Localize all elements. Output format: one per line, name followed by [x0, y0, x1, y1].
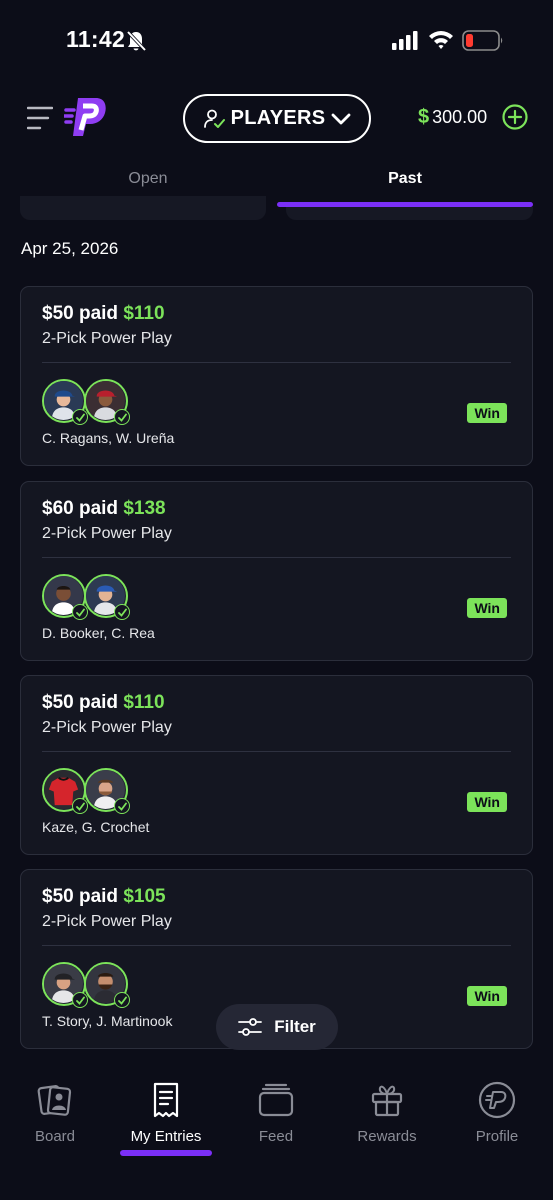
- player-avatar: [42, 574, 88, 620]
- signal-icon: [392, 31, 418, 50]
- player-avatar: [84, 962, 130, 1008]
- players-dropdown-button[interactable]: PLAYERS: [183, 94, 371, 143]
- previous-card-edge: [20, 196, 266, 220]
- entry-paid-line: $60 paid $138: [42, 498, 166, 520]
- players-label: PLAYERS: [230, 107, 326, 129]
- feed-icon: [258, 1083, 294, 1117]
- player-avatar: [84, 379, 130, 425]
- check-icon: [72, 604, 88, 620]
- entry-paid-line: $50 paid $110: [42, 692, 165, 714]
- win-badge: Win: [467, 403, 507, 423]
- check-icon: [114, 604, 130, 620]
- status-time: 11:42: [66, 26, 126, 52]
- check-icon: [72, 798, 88, 814]
- entry-payout: $110: [123, 303, 165, 324]
- nav-profile-label: Profile: [475, 1128, 519, 1145]
- nav-active-indicator: [120, 1150, 212, 1156]
- sliders-icon: [238, 1018, 263, 1036]
- entry-payout: $110: [123, 692, 165, 713]
- win-badge: Win: [467, 792, 507, 812]
- entry-paid-line: $50 paid $105: [42, 886, 166, 908]
- entry-card[interactable]: $50 paid $110 2-Pick Power Play Kaze, G.…: [20, 675, 533, 855]
- nav-feed[interactable]: Feed: [221, 1080, 331, 1145]
- divider: [42, 945, 511, 946]
- entry-players: Kaze, G. Crochet: [42, 819, 150, 835]
- filter-button[interactable]: Filter: [216, 1004, 338, 1050]
- entry-players: D. Booker, C. Rea: [42, 625, 155, 641]
- player-avatar: [42, 768, 88, 814]
- win-badge: Win: [467, 986, 507, 1006]
- gift-icon: [371, 1085, 403, 1117]
- wifi-icon: [429, 31, 453, 49]
- divider: [42, 557, 511, 558]
- filter-label: Filter: [274, 1017, 316, 1036]
- check-icon: [114, 409, 130, 425]
- divider: [42, 751, 511, 752]
- entry-paid: $50 paid: [42, 886, 119, 907]
- tab-open[interactable]: Open: [28, 170, 268, 196]
- entry-paid: $60 paid: [42, 498, 119, 519]
- bottom-navigation: Board My Entries Feed Rewards Profile: [0, 1062, 553, 1200]
- check-icon: [114, 992, 130, 1008]
- check-icon: [72, 409, 88, 425]
- entry-players: C. Ragans, W. Ureña: [42, 430, 175, 446]
- entry-play-type: 2-Pick Power Play: [42, 525, 172, 542]
- entry-play-type: 2-Pick Power Play: [42, 719, 172, 736]
- prizepicks-logo: [64, 98, 106, 136]
- nav-my-entries-label: My Entries: [130, 1128, 202, 1145]
- board-cards-icon: [37, 1085, 72, 1116]
- entry-payout: $105: [123, 886, 166, 907]
- tab-active-indicator: [277, 202, 533, 207]
- player-avatar: [84, 768, 130, 814]
- check-icon: [114, 798, 130, 814]
- nav-profile[interactable]: Profile: [442, 1080, 552, 1145]
- entry-players: T. Story, J. Martinook: [42, 1013, 173, 1029]
- nav-feed-label: Feed: [258, 1128, 294, 1145]
- bell-off-icon: [126, 30, 146, 52]
- date-header: Apr 25, 2026: [21, 239, 119, 258]
- entry-play-type: 2-Pick Power Play: [42, 913, 172, 930]
- player-avatar: [42, 379, 88, 425]
- previous-card-edge: [286, 207, 533, 220]
- entry-paid: $50 paid: [42, 692, 119, 713]
- win-badge: Win: [467, 598, 507, 618]
- entry-paid-line: $50 paid $110: [42, 303, 165, 325]
- profile-icon: [478, 1081, 516, 1119]
- entry-play-type: 2-Pick Power Play: [42, 330, 172, 347]
- entry-card[interactable]: $60 paid $138 2-Pick Power Play D. Booke…: [20, 481, 533, 661]
- balance-amount: 300.00: [432, 106, 488, 127]
- battery-low-icon: [462, 30, 503, 51]
- entry-card[interactable]: $50 paid $110 2-Pick Power Play C. Ragan…: [20, 286, 533, 466]
- entry-paid: $50 paid: [42, 303, 119, 324]
- nav-rewards-label: Rewards: [357, 1128, 417, 1145]
- divider: [42, 362, 511, 363]
- account-balance[interactable]: $ 300.00: [418, 103, 487, 131]
- balance-currency: $: [418, 105, 430, 128]
- menu-icon[interactable]: [27, 105, 53, 131]
- entry-payout: $138: [123, 498, 166, 519]
- chevron-down-icon: [331, 113, 351, 124]
- nav-rewards[interactable]: Rewards: [332, 1080, 442, 1145]
- add-funds-icon[interactable]: [502, 104, 528, 130]
- receipt-icon: [153, 1082, 179, 1118]
- user-check-icon: [203, 109, 225, 128]
- check-icon: [72, 992, 88, 1008]
- status-bar: 11:42: [0, 0, 553, 80]
- nav-board-label: Board: [34, 1128, 76, 1145]
- player-avatar: [42, 962, 88, 1008]
- nav-board[interactable]: Board: [0, 1080, 110, 1145]
- player-avatar: [84, 574, 130, 620]
- tab-past[interactable]: Past: [285, 170, 525, 196]
- nav-my-entries[interactable]: My Entries: [111, 1080, 221, 1145]
